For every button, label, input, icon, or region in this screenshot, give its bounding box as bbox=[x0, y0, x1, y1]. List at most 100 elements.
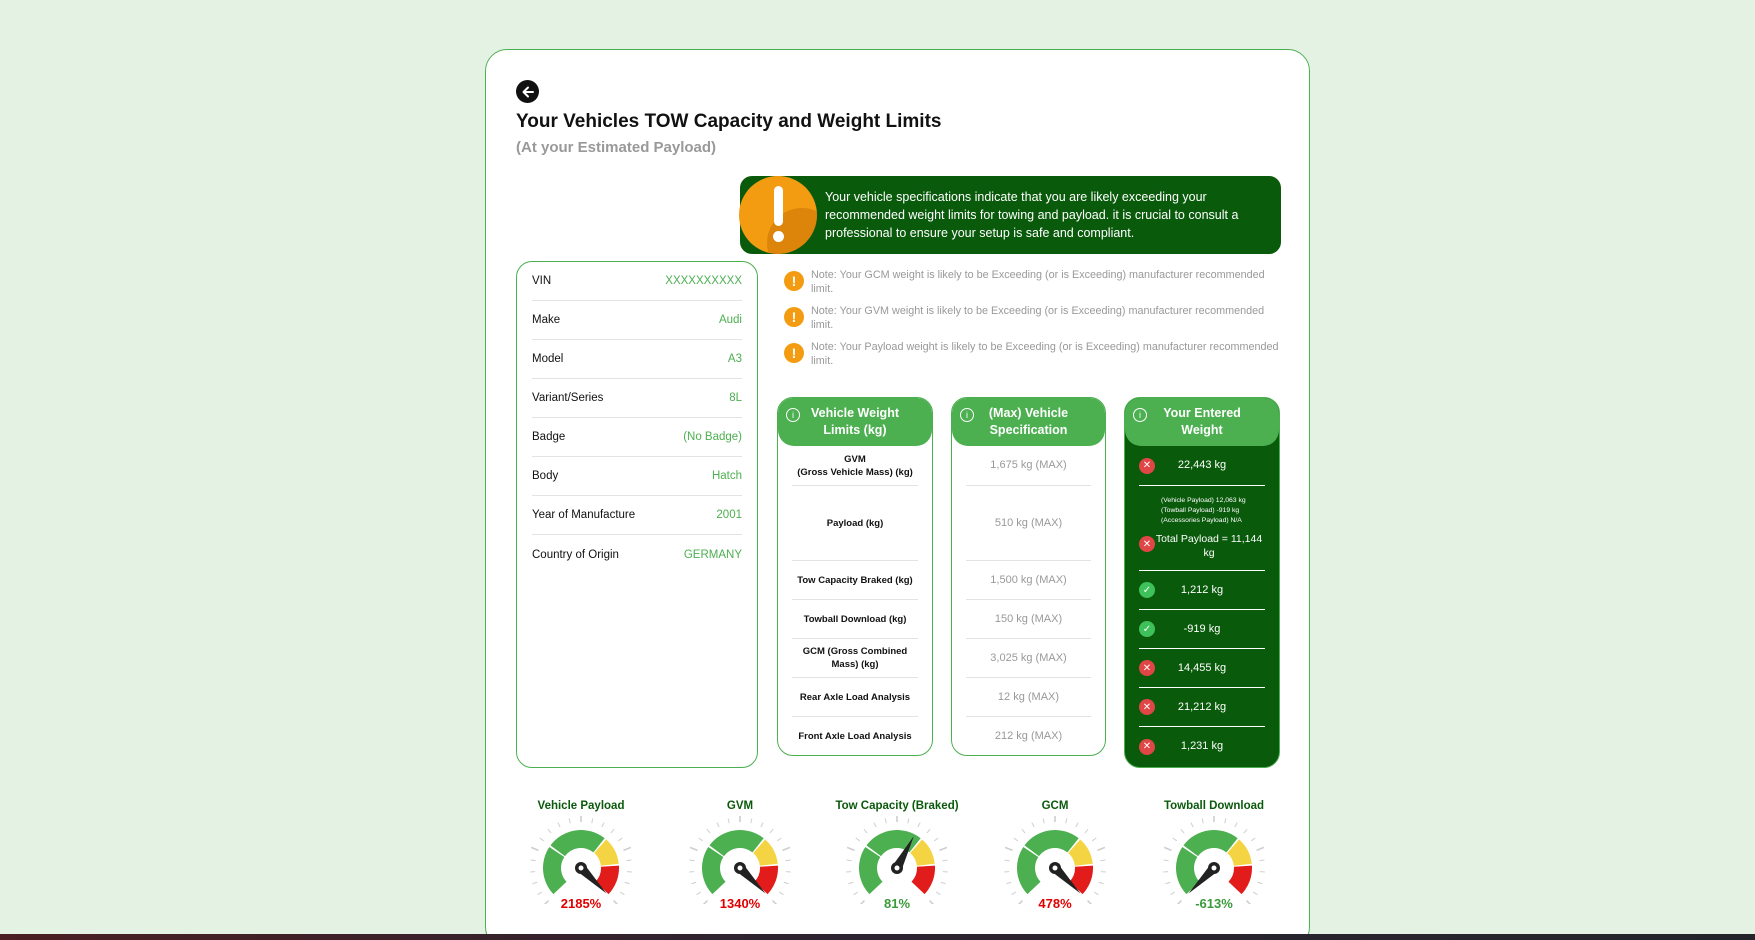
page-subtitle: (At your Estimated Payload) bbox=[516, 139, 717, 156]
entered-front-axle: ✕ 1,231 kg bbox=[1139, 727, 1265, 766]
gauge-zone bbox=[754, 865, 778, 895]
spec-rear-axle: 12 kg (MAX) bbox=[966, 678, 1091, 717]
gauge-tick bbox=[1065, 818, 1068, 824]
gauge-tick bbox=[1097, 846, 1106, 852]
gauge-tick bbox=[776, 837, 782, 842]
limit-row-front-axle: Front Axle Load Analysis bbox=[798, 731, 912, 742]
spec-front-axle: 212 kg (MAX) bbox=[994, 730, 1063, 742]
payload-details: (Vehicle Payload) 12,063 kg (Towball Pay… bbox=[1139, 496, 1265, 526]
gauge-tick bbox=[1163, 846, 1172, 852]
note-text: Note: Your GCM weight is likely to be Ex… bbox=[811, 269, 1265, 295]
payload-total: Total Payload = 11,144 kg bbox=[1155, 533, 1263, 559]
gauge-tick bbox=[727, 818, 730, 824]
gauge-tick bbox=[568, 818, 571, 824]
weight-limits-title: Vehicle Weight Limits (kg) bbox=[811, 406, 899, 437]
gauge-tick bbox=[917, 822, 921, 828]
gauge-dial bbox=[846, 816, 948, 904]
info-icon[interactable]: i bbox=[1133, 408, 1147, 422]
page-title: Your Vehicles TOW Capacity and Weight Li… bbox=[516, 111, 942, 132]
info-row-variant: Variant/Series 8L bbox=[532, 379, 742, 418]
gauge-tick bbox=[1224, 818, 1227, 824]
gauge-tick bbox=[689, 859, 695, 862]
note-text: Note: Your Payload weight is likely to b… bbox=[811, 341, 1279, 367]
info-label: Variant/Series bbox=[532, 392, 604, 404]
gauge-value: 478% bbox=[1038, 896, 1072, 911]
gauge-tick bbox=[617, 837, 623, 842]
gauge-tick bbox=[1172, 837, 1178, 842]
gvm-label: GVM bbox=[844, 453, 866, 465]
info-icon[interactable]: i bbox=[786, 408, 800, 422]
payload-detail-towball: (Towball Payload) -919 kg bbox=[1161, 507, 1240, 514]
gauge-tick bbox=[530, 859, 536, 862]
gauge-tick bbox=[1234, 822, 1238, 828]
spec-title: (Max) Vehicle Specification bbox=[988, 406, 1069, 437]
info-row-vin: VIN XXXXXXXXXX bbox=[532, 262, 742, 301]
info-label: Body bbox=[532, 470, 559, 482]
gauges-row: Vehicle Payload 2185% GVM 1340% Tow Capa… bbox=[486, 800, 1311, 911]
note-item: ! Note: Your GVM weight is likely to be … bbox=[784, 304, 1284, 332]
gauge-label: GVM bbox=[726, 800, 754, 812]
cross-icon: ✕ bbox=[1139, 660, 1155, 676]
gauge-tick bbox=[1259, 859, 1265, 862]
gauge-tick bbox=[1093, 891, 1099, 896]
limit-row-towball: Towball Download (kg) bbox=[792, 600, 918, 639]
gauge-tick bbox=[848, 881, 854, 885]
gauge-tick bbox=[1075, 822, 1079, 828]
gauge-hub-center bbox=[1052, 865, 1058, 871]
gauge-tick bbox=[853, 891, 859, 896]
gauge-value: 81% bbox=[883, 896, 911, 911]
gauge-value: 2185% bbox=[560, 896, 602, 911]
check-icon: ✓ bbox=[1139, 621, 1155, 637]
gauge-label: Towball Download bbox=[1163, 800, 1265, 812]
gauge-tick bbox=[706, 828, 711, 834]
tow-capacity-card: Your Vehicles TOW Capacity and Weight Li… bbox=[485, 49, 1310, 940]
gauge-tick bbox=[1100, 859, 1106, 862]
gauge-tick bbox=[547, 828, 552, 834]
entered-value: -919 kg bbox=[1183, 622, 1221, 635]
gauge-tick bbox=[1006, 881, 1012, 885]
gauge-tick bbox=[1190, 822, 1194, 828]
info-row-country: Country of Origin GERMANY bbox=[532, 535, 742, 574]
gauge-tick bbox=[1201, 818, 1204, 824]
gauge-tick bbox=[1256, 846, 1265, 852]
gauge-tick bbox=[1091, 837, 1097, 842]
info-value: GERMANY bbox=[683, 548, 742, 561]
gauge-tick bbox=[1013, 837, 1019, 842]
spec-column: i (Max) Vehicle Specification 1,675 kg (… bbox=[951, 397, 1106, 756]
gauge-zone bbox=[1069, 865, 1093, 895]
gauge-tick bbox=[782, 846, 791, 852]
gauge-tick bbox=[539, 837, 545, 842]
info-icon[interactable]: i bbox=[960, 408, 974, 422]
info-row-year: Year of Manufacture 2001 bbox=[532, 496, 742, 535]
gauge-tick bbox=[601, 822, 605, 828]
entered-value: 14,455 kg bbox=[1177, 661, 1227, 674]
gauge-tick bbox=[760, 822, 764, 828]
info-row-body: Body Hatch bbox=[532, 457, 742, 496]
weight-limits-header: i Vehicle Weight Limits (kg) bbox=[778, 398, 932, 446]
gauge-dial bbox=[1004, 816, 1106, 904]
limit-row-gvm: GVM (Gross Vehicle Mass) (kg) bbox=[792, 446, 918, 486]
entered-rear-axle: ✕ 21,212 kg bbox=[1139, 688, 1265, 727]
entered-value: 22,443 kg bbox=[1177, 459, 1227, 471]
info-row-make: Make Audi bbox=[532, 301, 742, 340]
info-value: A3 bbox=[727, 353, 742, 365]
gauge-label: Vehicle Payload bbox=[537, 800, 625, 812]
back-button[interactable] bbox=[516, 80, 539, 103]
gauge-tow-capacity: Tow Capacity (Braked) 81% bbox=[817, 800, 977, 911]
gauge-tick bbox=[846, 846, 855, 852]
gauge-tick bbox=[942, 859, 948, 862]
limit-row-rear-axle: Rear Axle Load Analysis bbox=[792, 678, 918, 717]
entered-weight-column: i Your Entered Weight ✕ 22,443 kg (Vehic… bbox=[1124, 397, 1280, 768]
gauge-label: Tow Capacity (Braked) bbox=[835, 800, 959, 812]
note-text: Note: Your GVM weight is likely to be Ex… bbox=[811, 305, 1265, 331]
gauge-tick bbox=[689, 846, 698, 852]
entered-tow-capacity: ✓ 1,212 kg bbox=[1139, 571, 1265, 610]
cross-icon: ✕ bbox=[1139, 699, 1155, 715]
gauge-zone bbox=[1228, 865, 1252, 895]
gauge-tick bbox=[1243, 828, 1248, 834]
gauge-tick bbox=[750, 818, 753, 824]
gauge-tick bbox=[939, 846, 948, 852]
gauge-tick bbox=[624, 881, 630, 885]
warning-text: Your vehicle specifications indicate tha… bbox=[825, 190, 1239, 240]
entered-payload: (Vehicle Payload) 12,063 kg (Towball Pay… bbox=[1139, 486, 1265, 571]
